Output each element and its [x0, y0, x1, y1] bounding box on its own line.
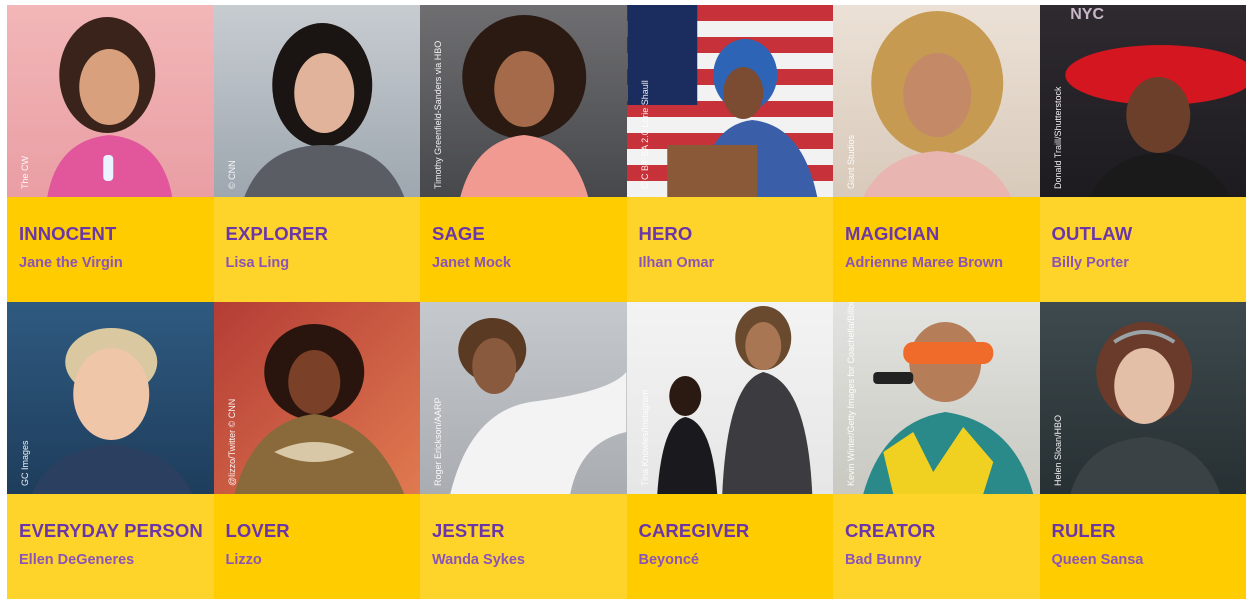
photo-lover[interactable]: @lizzo/Twitter © CNN: [213, 302, 420, 494]
card-explorer[interactable]: EXPLORER Lisa Ling: [213, 197, 420, 302]
archetype-title: SAGE: [432, 223, 485, 244]
photo-creator[interactable]: Kevin Winter/Getty Images for Coachella/…: [833, 302, 1040, 494]
photo-explorer[interactable]: © CNN: [213, 5, 420, 197]
card-lover[interactable]: LOVER Lizzo: [213, 494, 420, 599]
photo-jester[interactable]: Roger Erickson/AARP: [420, 302, 627, 494]
card-caregiver[interactable]: CAREGIVER Beyoncé: [626, 494, 833, 599]
photo-credit: Kevin Winter/Getty Images for Coachella/…: [846, 302, 856, 486]
svg-text:NYC: NYC: [1070, 6, 1104, 23]
photo-innocent[interactable]: The CW: [7, 5, 214, 197]
card-sage[interactable]: SAGE Janet Mock: [420, 197, 627, 302]
photo-credit: © CNN: [226, 160, 237, 189]
photo-credit: Helen Sloan/HBO: [1052, 414, 1063, 486]
portrait-image: [243, 23, 404, 197]
photo-credit: Tina Knowles/Instagram: [639, 389, 650, 486]
card-innocent[interactable]: INNOCENT Jane the Virgin: [7, 197, 214, 302]
photo-credit: GC Images: [20, 440, 30, 486]
archetype-title: OUTLAW: [1051, 223, 1133, 244]
photo-ruler[interactable]: Helen Sloan/HBO: [1039, 302, 1246, 494]
person-name: Ilhan Omar: [638, 255, 715, 271]
portrait-image: [863, 11, 1012, 197]
portrait-image: [656, 306, 812, 494]
person-name: Lizzo: [225, 552, 262, 568]
photo-everyday-person[interactable]: GC Images: [7, 302, 214, 494]
photo-hero[interactable]: C C BY-SA 2.0 Lorie Shaull: [626, 5, 833, 197]
photo-caregiver[interactable]: Tina Knowles/Instagram: [626, 302, 833, 494]
card-hero[interactable]: HERO Ilhan Omar: [626, 197, 833, 302]
portrait-image: [626, 5, 817, 197]
archetype-title: HERO: [638, 223, 693, 244]
person-name: Ellen DeGeneres: [19, 552, 135, 568]
archetype-title: EXPLORER: [225, 223, 329, 244]
person-name: Janet Mock: [432, 255, 511, 271]
photo-outlaw[interactable]: NYC Donald Traill/Shutterstock: [1039, 5, 1246, 197]
photo-credit: The CW: [20, 155, 30, 189]
person-name: Queen Sansa: [1051, 552, 1144, 568]
person-name: Adrienne Maree Brown: [845, 255, 1003, 271]
person-name: Lisa Ling: [225, 255, 290, 271]
portrait-image: [47, 17, 173, 197]
archetype-grid: The CW © CNN Timothy Greenfield-Sanders …: [7, 5, 1252, 599]
portrait-image: [460, 15, 589, 197]
archetype-title: MAGICIAN: [845, 223, 940, 244]
photo-credit: Donald Traill/Shutterstock: [1052, 86, 1063, 189]
portrait-image: [233, 324, 404, 494]
photo-credit: Roger Erickson/AARP: [433, 397, 443, 486]
archetype-title: INNOCENT: [19, 223, 117, 244]
photo-credit: Timothy Greenfield-Sanders via HBO: [433, 40, 443, 189]
photo-credit: C C BY-SA 2.0 Lorie Shaull: [639, 80, 650, 189]
photo-magician[interactable]: Giant Studios: [833, 5, 1040, 197]
archetype-title: CAREGIVER: [638, 520, 750, 541]
portrait-image: [450, 318, 627, 494]
archetype-title: RULER: [1051, 520, 1116, 541]
archetype-title: JESTER: [432, 520, 505, 541]
portrait-image: NYC: [1064, 6, 1246, 197]
card-magician[interactable]: MAGICIAN Adrienne Maree Brown: [833, 197, 1040, 302]
archetype-title: CREATOR: [845, 520, 936, 541]
archetype-title: EVERYDAY PERSON: [19, 520, 203, 541]
person-name: Beyoncé: [638, 552, 699, 568]
portrait-image: [32, 328, 193, 494]
person-name: Wanda Sykes: [432, 552, 525, 568]
card-jester[interactable]: JESTER Wanda Sykes: [420, 494, 627, 599]
card-creator[interactable]: CREATOR Bad Bunny: [833, 494, 1040, 599]
card-everyday-person[interactable]: EVERYDAY PERSON Ellen DeGeneres: [7, 494, 214, 599]
portrait-image: [863, 322, 1034, 494]
card-ruler[interactable]: RULER Queen Sansa: [1039, 494, 1246, 599]
portrait-image: [1069, 322, 1220, 494]
person-name: Jane the Virgin: [19, 255, 123, 271]
person-name: Billy Porter: [1051, 255, 1129, 271]
photo-credit: Giant Studios: [846, 134, 856, 189]
person-name: Bad Bunny: [845, 552, 922, 568]
card-outlaw[interactable]: OUTLAW Billy Porter: [1039, 197, 1246, 302]
photo-credit: @lizzo/Twitter © CNN: [226, 398, 237, 486]
archetype-title: LOVER: [225, 520, 290, 541]
photo-sage[interactable]: Timothy Greenfield-Sanders via HBO: [420, 5, 627, 197]
